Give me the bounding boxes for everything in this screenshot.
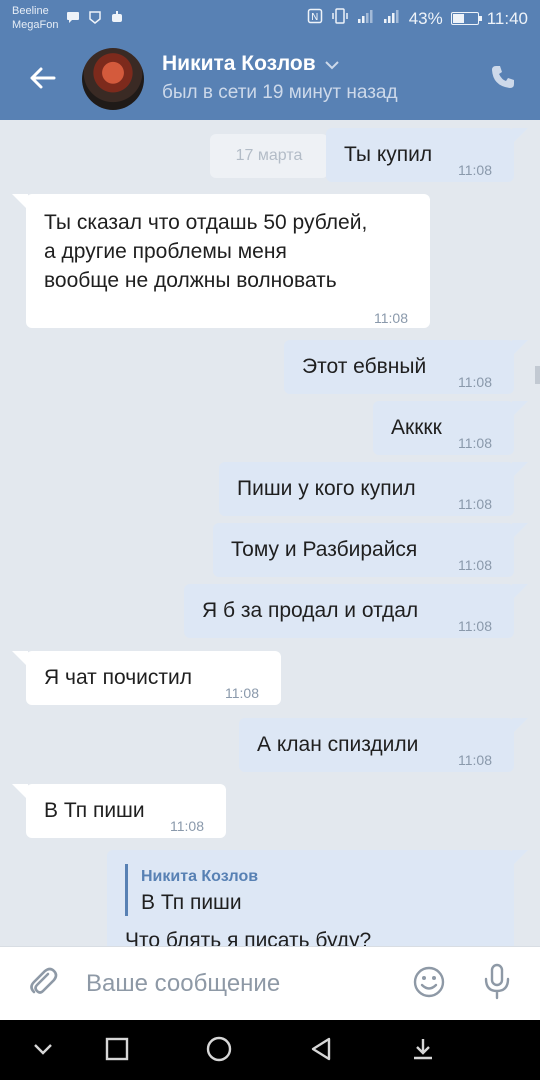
battery-fill (452, 14, 464, 23)
contact-name-row[interactable]: Никита Козлов (162, 52, 340, 76)
nav-home-button[interactable] (202, 1034, 236, 1068)
message-out[interactable]: Акккк 11:08 (373, 401, 528, 455)
nav-notifications-button[interactable] (406, 1034, 440, 1068)
message-time: 11:08 (458, 435, 492, 451)
notification-icons (66, 10, 124, 24)
circle-icon (205, 1035, 233, 1068)
message-text: Пиши у кого купил (237, 477, 416, 500)
nfc-icon: N (307, 8, 323, 29)
message-time: 11:08 (170, 818, 204, 834)
vk-notification-icon (88, 10, 102, 24)
voice-message-button[interactable] (478, 963, 516, 1005)
carrier-1: Beeline (12, 5, 49, 17)
message-list[interactable]: 17 марта Ты купил 11:08 Ты сказал что от… (0, 120, 540, 946)
message-input[interactable] (86, 967, 386, 1001)
message-time: 11:08 (458, 496, 492, 512)
message-out[interactable]: Ты купил 11:08 (326, 128, 528, 182)
nav-recents-button[interactable] (100, 1034, 134, 1068)
message-text: Что блять я писать буду? (125, 929, 372, 946)
signal-icon-1 (357, 8, 375, 29)
message-in[interactable]: Я чат почистил 11:08 (12, 651, 281, 705)
message-in[interactable]: Ты сказал что отдашь 50 рублей, а другие… (12, 194, 430, 328)
last-seen-status: был в сети 19 минут назад (162, 82, 398, 103)
microphone-icon (482, 963, 512, 1006)
message-text: Я чат почистил (44, 666, 192, 689)
status-right: N 43% 11:40 (307, 8, 528, 29)
message-line: а другие проблемы меня (44, 240, 287, 263)
chat-notification-icon (66, 10, 80, 24)
contact-name: Никита Козлов (162, 52, 316, 75)
message-text: А клан спиздили (257, 733, 419, 756)
back-button[interactable] (22, 60, 62, 100)
robot-notification-icon (110, 10, 124, 24)
nav-hide-button[interactable] (26, 1034, 60, 1068)
smiley-icon (412, 965, 446, 1004)
message-time: 11:08 (458, 618, 492, 634)
chat-header: Никита Козлов был в сети 19 минут назад (0, 38, 540, 120)
message-text: Я б за продал и отдал (202, 599, 419, 622)
message-in[interactable]: В Тп пиши 11:08 (12, 784, 226, 838)
message-time: 11:08 (458, 557, 492, 573)
message-line: Ты сказал что отдашь 50 рублей, (44, 211, 368, 234)
message-time: 11:08 (225, 685, 259, 701)
reply-quote-author: Никита Козлов (141, 868, 259, 885)
message-text: Тому и Разбирайся (231, 538, 418, 561)
reply-quote-bar (125, 864, 128, 916)
chevron-down-icon (32, 1042, 54, 1061)
message-time: 11:08 (458, 374, 492, 390)
scrollbar[interactable] (535, 366, 540, 384)
clock: 11:40 (486, 8, 528, 28)
message-text: Акккк (391, 416, 442, 439)
message-text: В Тп пиши (44, 799, 145, 822)
composer (0, 946, 540, 1020)
arrow-left-icon (28, 66, 56, 95)
status-bar: Beeline MegaFon N 43% 11:40 (0, 0, 540, 38)
message-out[interactable]: Тому и Разбирайся 11:08 (213, 523, 528, 577)
phone-icon (490, 64, 516, 95)
pull-down-icon (411, 1037, 435, 1066)
message-text: Ты сказал что отдашь 50 рублей, а другие… (44, 208, 367, 295)
message-out-reply[interactable]: Никита Козлов В Тп пиши Что блять я писа… (107, 850, 528, 946)
carrier-names: Beeline MegaFon (12, 4, 58, 32)
message-out[interactable]: Я б за продал и отдал 11:08 (184, 584, 528, 638)
triangle-back-icon (309, 1036, 333, 1067)
avatar[interactable] (82, 48, 144, 110)
vibrate-icon (331, 8, 349, 29)
square-icon (105, 1037, 129, 1066)
signal-icon-2 (383, 8, 401, 29)
attach-button[interactable] (24, 965, 62, 1003)
message-text: Этот ебвный (302, 355, 427, 378)
chevron-down-icon (324, 52, 340, 76)
date-separator: 17 марта (210, 134, 328, 178)
top-bar: Beeline MegaFon N 43% 11:40 Никита Козло… (0, 0, 540, 120)
message-out[interactable]: Пиши у кого купил 11:08 (219, 462, 528, 516)
carrier-2: MegaFon (12, 19, 59, 31)
message-time: 11:08 (458, 752, 492, 768)
message-out[interactable]: А клан спиздили 11:08 (239, 718, 528, 772)
paperclip-icon (26, 965, 60, 1004)
message-time: 11:08 (458, 162, 492, 178)
message-time: 11:08 (374, 310, 408, 326)
nav-back-button[interactable] (304, 1034, 338, 1068)
message-line: вообще не должны волновать (44, 269, 337, 292)
system-nav-bar (0, 1020, 540, 1080)
battery-percent: 43% (408, 8, 443, 28)
svg-text:N: N (311, 12, 318, 23)
message-out[interactable]: Этот ебвный 11:08 (284, 340, 528, 394)
call-button[interactable] (486, 62, 520, 96)
emoji-button[interactable] (410, 965, 448, 1003)
battery-icon (450, 12, 482, 25)
message-text: Ты купил (344, 143, 433, 166)
reply-quote-text: В Тп пиши (141, 891, 242, 914)
